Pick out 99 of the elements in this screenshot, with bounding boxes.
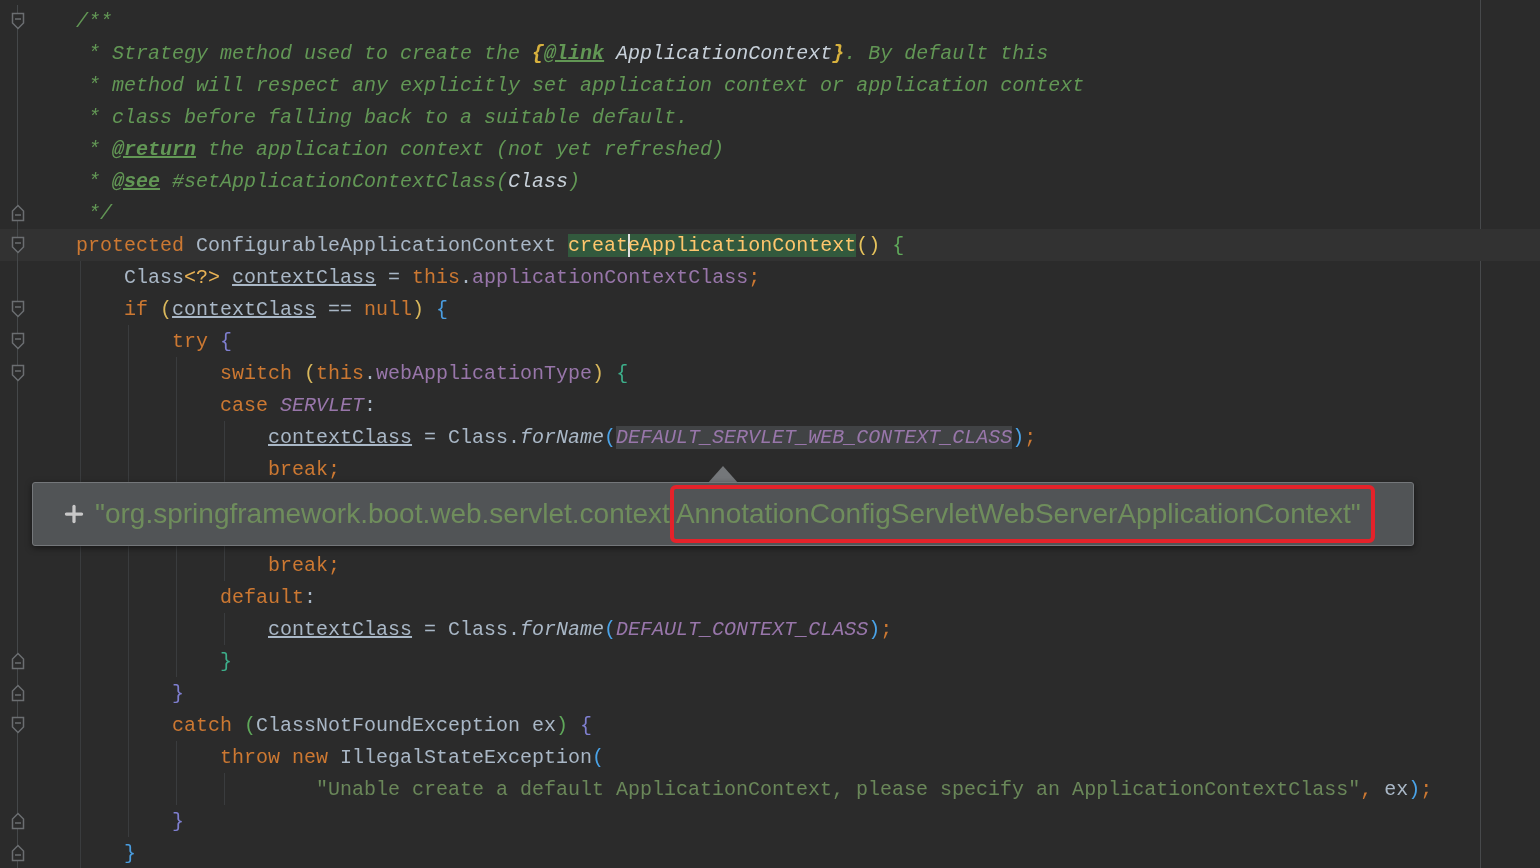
code-token: */: [88, 201, 112, 225]
code-token: ): [592, 361, 605, 385]
code-token: ex: [1383, 777, 1409, 801]
code-token: contextClass: [268, 617, 413, 641]
tooltip-text: "org.springframework.boot.web.servlet.context: [95, 498, 670, 530]
code-token: = Class.: [423, 617, 521, 641]
code-token: this: [412, 265, 461, 289]
code-token: *: [88, 169, 101, 193]
code-token: DEFAULT_CONTEXT_CLASS: [616, 617, 869, 641]
code-token: }: [220, 649, 232, 673]
code-token: ,: [1360, 777, 1373, 801]
code-token: null: [364, 297, 413, 321]
code-token: try: [172, 329, 208, 353]
fold-marker-icon[interactable]: [11, 332, 25, 350]
fold-marker-icon[interactable]: [11, 300, 25, 318]
code-token: {: [532, 41, 545, 65]
code-token: forName: [520, 617, 605, 641]
code-token: throw new: [220, 745, 329, 769]
code-token: IllegalStateException: [339, 745, 593, 769]
code-token: switch: [220, 361, 292, 385]
code-token: ;: [880, 617, 893, 641]
code-editor[interactable]: [0, 0, 1540, 868]
fold-marker-icon[interactable]: [11, 12, 25, 30]
code-token: (: [243, 713, 257, 737]
code-token: break;: [268, 457, 340, 481]
code-token: ): [412, 297, 425, 321]
code-token: if: [124, 297, 148, 321]
code-token: #setApplicationContextClass(: [171, 169, 509, 193]
code-token: .: [364, 361, 377, 385]
code-token: (: [604, 617, 617, 641]
code-token: :: [364, 393, 377, 417]
code-token: (: [303, 361, 317, 385]
code-token: case: [220, 393, 269, 417]
code-token: ): [868, 617, 881, 641]
code-token: ;: [748, 265, 761, 289]
code-token: {: [615, 361, 629, 385]
fold-marker-icon[interactable]: [11, 844, 25, 862]
code-token: ApplicationContext: [614, 41, 833, 65]
code-token: "Unable create a default ApplicationContext, please specify an ApplicationContextClass": [316, 777, 1361, 801]
code-token: ): [1012, 425, 1025, 449]
code-token: @see: [112, 169, 161, 193]
code-token: catch: [172, 713, 232, 737]
code-token: @return: [112, 137, 197, 161]
code-token: }: [832, 41, 845, 65]
code-token: (: [592, 745, 605, 769]
code-token: contextClass: [268, 425, 413, 449]
fold-marker-icon[interactable]: [11, 812, 25, 830]
code-token: Class: [124, 265, 184, 289]
code-token: /**: [76, 9, 112, 33]
code-token: this: [316, 361, 365, 385]
code-token: break;: [268, 553, 340, 577]
code-token: *: [88, 137, 101, 161]
code-token: SERVLET: [280, 393, 365, 417]
code-token: contextClass: [172, 297, 317, 321]
code-token: }: [124, 841, 136, 865]
code-token: = Class.: [423, 425, 521, 449]
code-token: ): [1408, 777, 1421, 801]
code-token: }: [172, 681, 184, 705]
code-token: }: [172, 809, 184, 833]
code-token: contextClass: [232, 265, 377, 289]
code-token: ): [568, 169, 581, 193]
code-token: ConfigurableApplicationContext: [195, 233, 558, 257]
code-token: DEFAULT_SERVLET_WEB_CONTEXT_CLASS: [616, 425, 1013, 449]
code-token: (): [856, 233, 881, 257]
code-token: {: [579, 713, 593, 737]
code-token: creat: [568, 233, 629, 257]
code-token: forName: [520, 425, 605, 449]
code-token: . By default this: [844, 41, 1049, 65]
code-token: <?>: [184, 265, 222, 289]
code-token: {: [891, 233, 905, 257]
code-token: webApplicationType: [376, 361, 593, 385]
code-token: protected: [76, 233, 185, 257]
code-token: {: [435, 297, 449, 321]
code-token: Class: [508, 169, 569, 193]
code-token: ==: [327, 297, 354, 321]
code-token: applicationContextClass: [472, 265, 749, 289]
code-token: * method will respect any explicitly set application context or application context: [88, 73, 1085, 97]
fold-marker-icon[interactable]: [11, 204, 25, 222]
code-token: (: [604, 425, 617, 449]
fold-marker-icon[interactable]: [11, 236, 25, 254]
fold-marker-icon[interactable]: [11, 652, 25, 670]
code-token: =: [387, 265, 402, 289]
fold-marker-icon[interactable]: [11, 716, 25, 734]
code-token: (: [159, 297, 173, 321]
code-token: the application context (not yet refreshed): [207, 137, 725, 161]
code-token: * class before falling back to a suitable default.: [88, 105, 689, 129]
code-token: * Strategy method used to create the: [88, 41, 522, 65]
code-token: ): [556, 713, 569, 737]
code-token: ;: [1420, 777, 1433, 801]
code-token: :: [304, 585, 317, 609]
tooltip-text: AnnotationConfigServletWebServerApplicationContext": [669, 485, 1375, 543]
code-token: default: [220, 585, 304, 609]
code-token: @link: [544, 41, 605, 65]
fold-marker-icon[interactable]: [11, 684, 25, 702]
code-token: ;: [1024, 425, 1037, 449]
code-token: {: [219, 329, 233, 353]
code-token: ClassNotFoundException ex: [256, 713, 557, 737]
fold-marker-icon[interactable]: [11, 364, 25, 382]
code-token: .: [460, 265, 473, 289]
